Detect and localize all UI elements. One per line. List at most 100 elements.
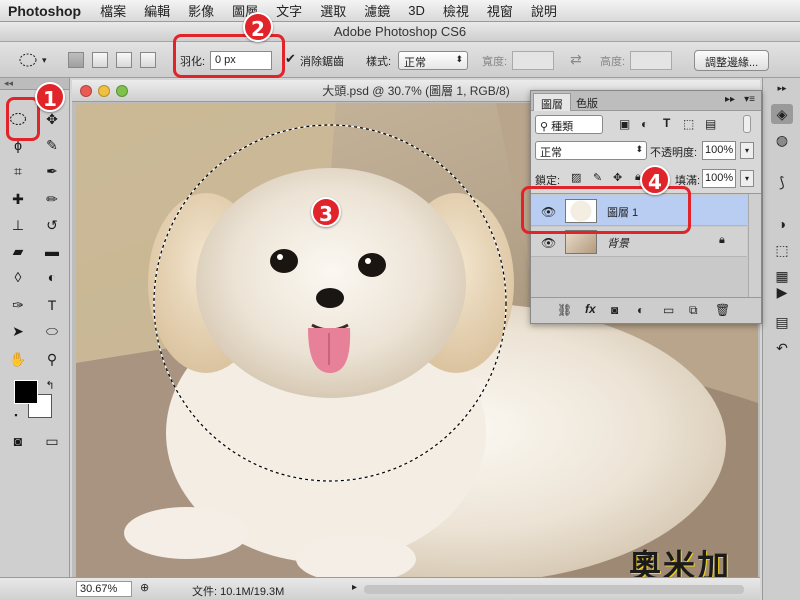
lock-transparent-icon[interactable]: ▨ — [571, 171, 581, 184]
opacity-dropdown-icon[interactable]: ▾ — [740, 142, 754, 159]
fill-input[interactable]: 100% — [702, 169, 736, 188]
filter-type-icon[interactable]: T — [663, 116, 670, 130]
antialias-checkbox[interactable]: ✔ — [285, 51, 296, 67]
clone-stamp-icon[interactable]: ⊥ — [6, 214, 30, 236]
step-badge-3: 3 — [311, 197, 341, 227]
link-layers-icon[interactable]: ⛓︎ — [557, 303, 572, 317]
swap-icon[interactable]: ⇄ — [570, 51, 582, 68]
window-controls — [80, 85, 128, 97]
pen-tool-icon[interactable]: ✑ — [6, 294, 30, 316]
crop-tool-icon[interactable]: ⌗ — [6, 160, 30, 182]
filter-toggle[interactable] — [743, 115, 751, 133]
panel-menu-icon[interactable]: ▾≡ — [744, 94, 755, 105]
highlight-marquee-tool — [6, 97, 40, 141]
status-menu-icon[interactable]: ▸ — [352, 582, 357, 593]
swatches-panel-icon[interactable]: ▤ — [771, 312, 793, 332]
panel-tabs: 圖層 色版 ▸▸ ▾≡ — [531, 91, 761, 111]
filter-shape-icon[interactable]: ⬚ — [683, 117, 694, 131]
ellipse-shape-icon[interactable]: ⬭ — [40, 320, 64, 342]
history-panel-icon[interactable]: ↶ — [771, 338, 793, 358]
filter-kind-value: 種類 — [551, 121, 574, 133]
type-tool-icon[interactable]: T — [40, 294, 64, 316]
menu-select[interactable]: 選取 — [311, 1, 355, 20]
layers-panel-icon[interactable]: ◈ — [771, 104, 793, 124]
fill-dropdown-icon[interactable]: ▾ — [740, 170, 754, 187]
visibility-eye-icon[interactable]: 👁︎ — [541, 236, 556, 250]
antialias-label: 消除鋸齒 — [300, 56, 344, 68]
menu-file[interactable]: 檔案 — [91, 1, 135, 20]
layer-name: 背景 — [607, 238, 629, 250]
eraser-tool-icon[interactable]: ▰ — [6, 240, 30, 262]
horizontal-scrollbar[interactable] — [364, 585, 744, 594]
subtract-selection-icon[interactable] — [116, 52, 132, 68]
lock-move-icon[interactable]: ✥ — [613, 171, 622, 184]
chevron-down-icon[interactable]: ▾ — [42, 55, 47, 66]
quick-mask-icon[interactable]: ◙ — [6, 430, 30, 452]
filter-smart-icon[interactable]: ▤ — [705, 117, 716, 131]
menu-help[interactable]: 說明 — [522, 1, 566, 20]
path-select-icon[interactable]: ➤ — [6, 320, 30, 342]
layer-mask-icon[interactable]: ◙ — [611, 303, 618, 317]
menu-filter[interactable]: 濾鏡 — [355, 1, 399, 20]
adjustments-icon[interactable]: ◑ — [771, 214, 793, 234]
history-brush-icon[interactable]: ↺ — [40, 214, 64, 236]
healing-brush-icon[interactable]: ✚ — [6, 188, 30, 210]
delete-layer-icon[interactable]: 🗑︎ — [715, 303, 730, 317]
new-selection-icon[interactable] — [68, 52, 84, 68]
filter-pixel-icon[interactable]: ▣ — [619, 117, 630, 131]
step-badge-1: 1 — [35, 82, 65, 112]
paths-panel-icon[interactable]: ⟆ — [771, 172, 793, 192]
add-selection-icon[interactable] — [92, 52, 108, 68]
blend-mode-select[interactable]: 正常 ⬍ — [535, 141, 647, 160]
zoom-tool-icon[interactable]: ⚲ — [40, 348, 64, 370]
layer-style-icon[interactable]: fx — [585, 302, 596, 316]
gradient-tool-icon[interactable]: ▬ — [40, 240, 64, 262]
style-select[interactable]: 正常 ⬍ — [398, 51, 468, 70]
menu-edit[interactable]: 編輯 — [135, 1, 179, 20]
filter-kind-select[interactable]: ⚲ 種類 — [535, 115, 603, 134]
height-input[interactable] — [630, 51, 672, 70]
menu-view[interactable]: 檢視 — [434, 1, 478, 20]
status-bar: 30.67% ⊕ 文件: 10.1M/19.3M ▸ — [0, 577, 760, 600]
adjustment-layer-icon[interactable]: ◐ — [637, 303, 644, 317]
foreground-color-swatch[interactable] — [14, 380, 38, 404]
collapse-icon[interactable]: ▸▸ — [725, 94, 735, 105]
default-colors-icon[interactable]: ▪ — [4, 404, 28, 426]
lock-paint-icon[interactable]: ✎ — [593, 171, 602, 184]
menu-type[interactable]: 文字 — [267, 1, 311, 20]
close-window-icon[interactable] — [80, 85, 92, 97]
actions-panel-icon[interactable]: ▶ — [771, 282, 793, 302]
tools-panel: ◂◂ ✥ ϕ ✎ ⌗ ✒ ✚ ✏ ⊥ ↺ ▰ ▬ ◊ ◐ ✑ T ➤ ⬭ ✋ ⚲… — [0, 78, 70, 600]
intersect-selection-icon[interactable] — [140, 52, 156, 68]
step-badge-4: 4 — [640, 165, 670, 195]
3d-panel-icon[interactable]: ⬚ — [771, 240, 793, 260]
swap-colors-icon[interactable]: ↰ — [38, 374, 62, 396]
hand-tool-icon[interactable]: ✋ — [6, 348, 30, 370]
new-group-icon[interactable]: ▭ — [663, 303, 674, 317]
new-layer-icon[interactable]: ⧉ — [689, 303, 698, 318]
eyedropper-icon[interactable]: ✒ — [40, 160, 64, 182]
brush-tool-icon[interactable]: ✏ — [40, 188, 64, 210]
app-menu[interactable]: Photoshop — [0, 3, 91, 19]
zoom-window-icon[interactable] — [116, 85, 128, 97]
collapse-dock-icon[interactable]: ▸▸ — [771, 82, 793, 94]
blur-tool-icon[interactable]: ◊ — [6, 266, 30, 288]
dodge-tool-icon[interactable]: ◐ — [40, 266, 64, 288]
tab-layers[interactable]: 圖層 — [533, 93, 571, 111]
screen-mode-icon[interactable]: ▭ — [40, 430, 64, 452]
elliptical-marquee-preset-icon[interactable] — [18, 50, 38, 70]
zoom-field[interactable]: 30.67% — [76, 581, 132, 597]
layer-list-scrollbar[interactable] — [748, 194, 761, 298]
filter-adjust-icon[interactable]: ◐ — [641, 117, 648, 131]
refine-edge-button[interactable]: 調整邊緣... — [694, 50, 770, 71]
width-input[interactable] — [512, 51, 554, 70]
status-info-icon[interactable]: ⊕ — [140, 581, 149, 594]
menu-image[interactable]: 影像 — [179, 1, 223, 20]
menu-3d[interactable]: 3D — [399, 3, 434, 18]
minimize-window-icon[interactable] — [98, 85, 110, 97]
quick-select-icon[interactable]: ✎ — [40, 134, 64, 156]
tab-channels[interactable]: 色版 — [569, 93, 605, 111]
opacity-input[interactable]: 100% — [702, 141, 736, 160]
menu-window[interactable]: 視窗 — [478, 1, 522, 20]
channels-panel-icon[interactable]: ◍ — [771, 130, 793, 150]
